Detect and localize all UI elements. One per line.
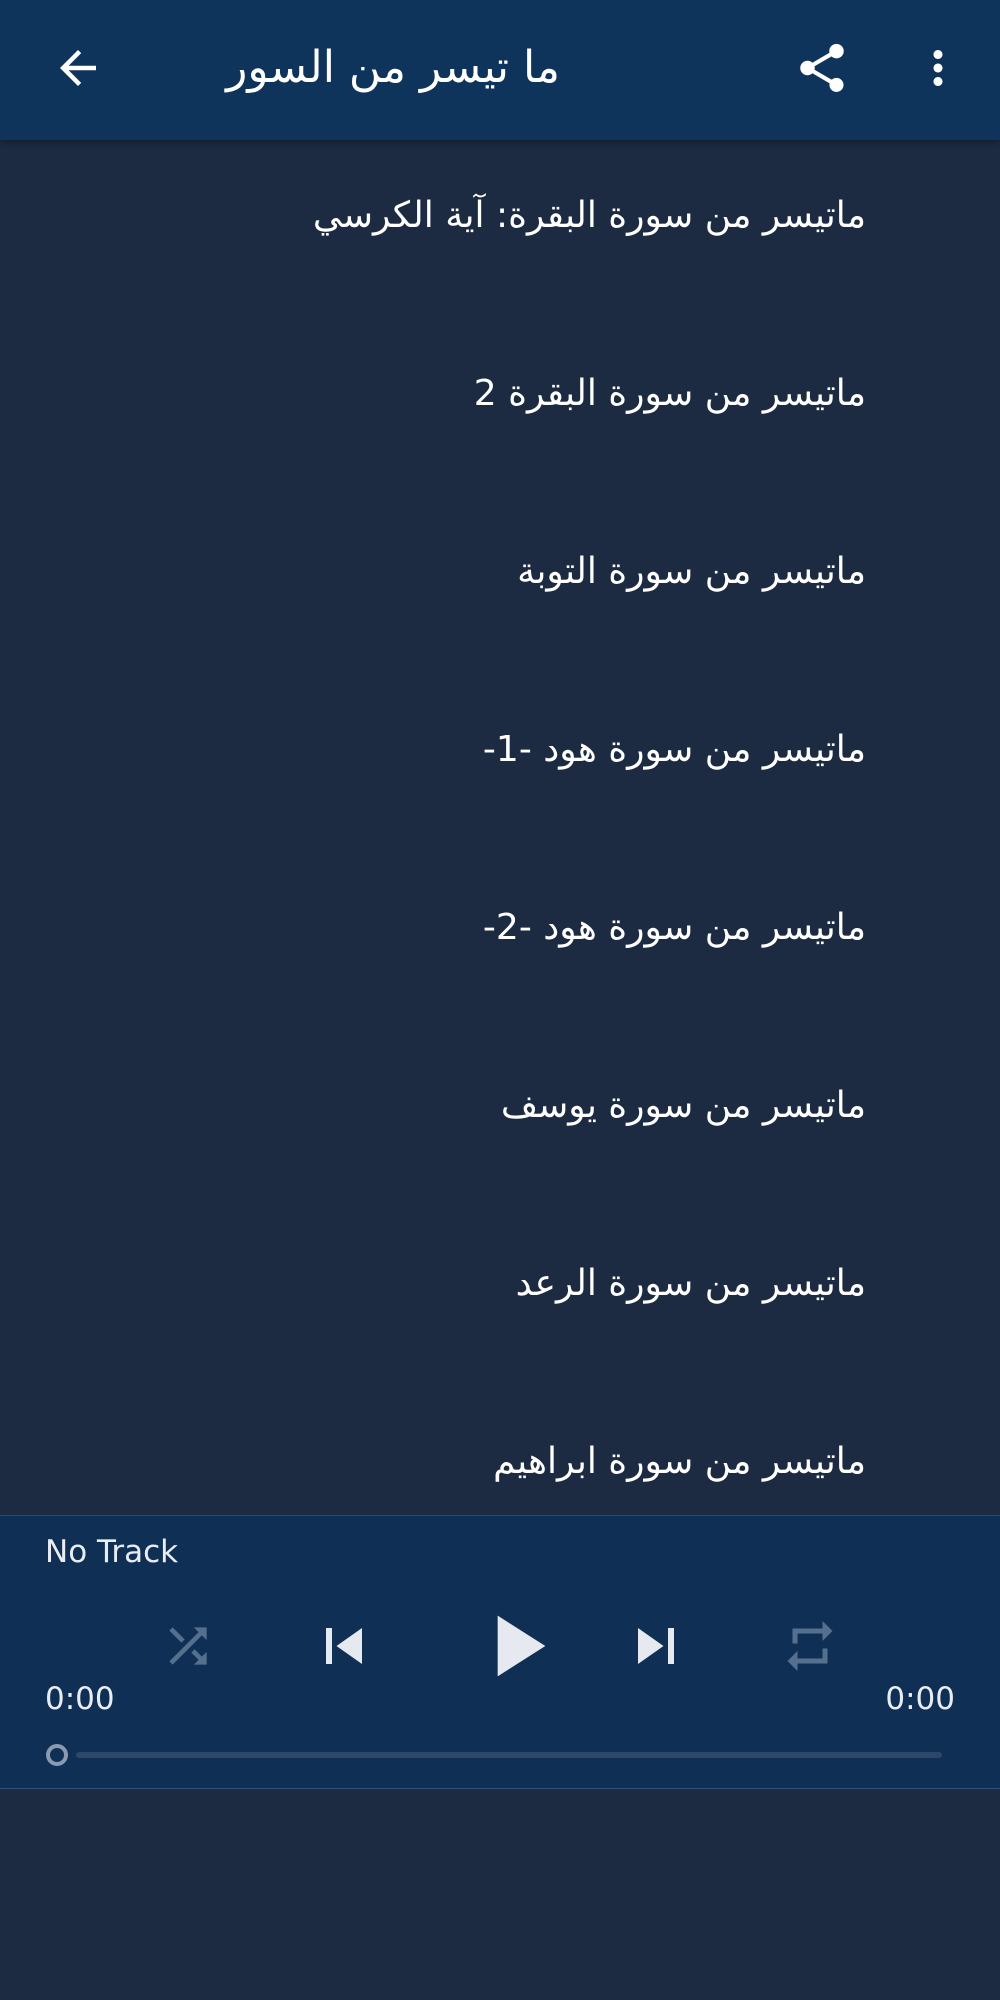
list-item-label: ماتيسر من سورة الرعد <box>515 1263 866 1304</box>
list-item[interactable]: ماتيسر من سورة هود -1- <box>0 674 1000 852</box>
list-item[interactable]: ماتيسر من سورة ابراهيم <box>0 1386 1000 1515</box>
shuffle-button[interactable] <box>148 1606 228 1686</box>
previous-button[interactable] <box>302 1604 386 1688</box>
arrow-back-icon <box>60 50 96 86</box>
list-item[interactable]: ماتيسر من سورة البقرة: آية الكرسي <box>0 140 1000 318</box>
shuffle-icon <box>169 1627 207 1665</box>
skip-previous-icon <box>326 1628 362 1664</box>
more-options-button[interactable] <box>896 26 980 110</box>
more-vert-icon <box>933 50 943 86</box>
empty-area <box>0 1789 1000 2000</box>
share-icon <box>800 43 844 92</box>
elapsed-time: 0:00 <box>45 1681 115 1717</box>
list-item-label: ماتيسر من سورة هود -2- <box>482 907 866 948</box>
list-item-label: ماتيسر من سورة التوبة <box>517 551 866 592</box>
play-button[interactable] <box>460 1588 570 1704</box>
app-bar: ما تيسر من السور <box>0 0 1000 140</box>
audio-player: No Track 0:00 0:00 <box>0 1515 1000 1790</box>
play-icon <box>497 1615 546 1677</box>
next-button[interactable] <box>614 1604 698 1688</box>
total-duration: 0:00 <box>885 1681 955 1717</box>
list-item[interactable]: ماتيسر من سورة هود -2- <box>0 852 1000 1030</box>
seek-bar[interactable] <box>76 1752 942 1758</box>
list-item[interactable]: ماتيسر من سورة يوسف <box>0 1030 1000 1208</box>
list-item-label: ماتيسر من سورة البقرة 2 <box>473 373 866 414</box>
repeat-icon <box>787 1621 833 1671</box>
app-root: ما تيسر من السور ماتيسر من سورة البقرة: … <box>0 0 1000 2000</box>
track-name: No Track <box>45 1534 179 1570</box>
seek-thumb[interactable] <box>46 1744 68 1766</box>
back-button[interactable] <box>36 26 120 110</box>
share-button[interactable] <box>780 26 864 110</box>
repeat-button[interactable] <box>770 1606 850 1686</box>
list-item-label: ماتيسر من سورة هود -1- <box>482 729 866 770</box>
list-item-label: ماتيسر من سورة ابراهيم <box>493 1441 866 1482</box>
surah-list: ماتيسر من سورة البقرة: آية الكرسي ماتيسر… <box>0 140 1000 1515</box>
skip-next-icon <box>638 1628 674 1664</box>
list-item[interactable]: ماتيسر من سورة البقرة 2 <box>0 318 1000 496</box>
list-item[interactable]: ماتيسر من سورة التوبة <box>0 496 1000 674</box>
list-item[interactable]: ماتيسر من سورة الرعد <box>0 1208 1000 1386</box>
page-title: ما تيسر من السور <box>226 42 560 93</box>
list-item-label: ماتيسر من سورة يوسف <box>500 1085 866 1126</box>
list-item-label: ماتيسر من سورة البقرة: آية الكرسي <box>312 195 866 236</box>
